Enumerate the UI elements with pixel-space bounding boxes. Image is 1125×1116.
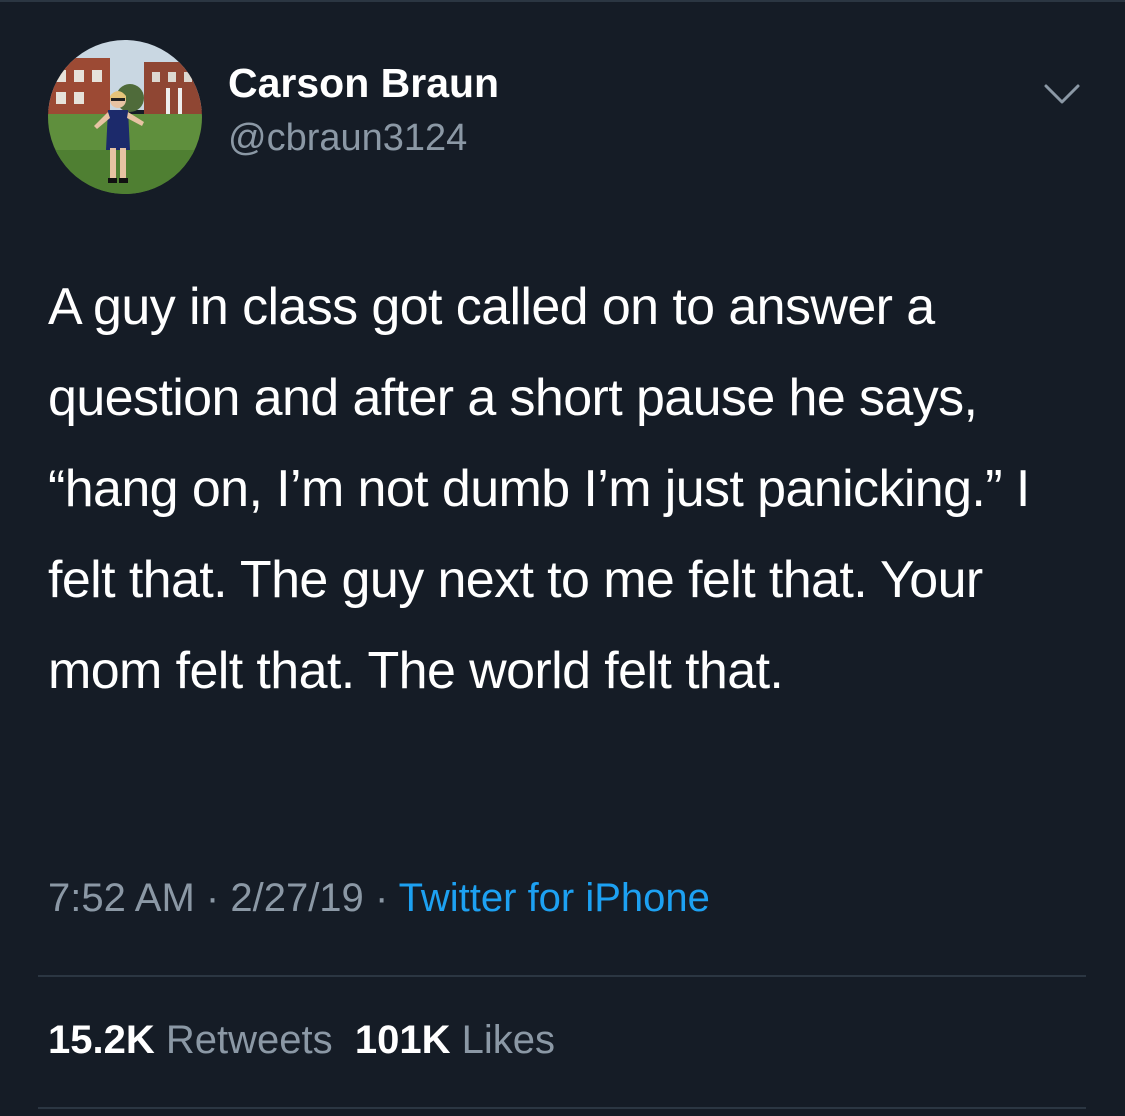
retweets-count: 15.2K xyxy=(48,1018,155,1062)
tweet-text: A guy in class got called on to answer a… xyxy=(48,278,1044,700)
likes-stat[interactable]: 101K Likes xyxy=(355,1018,555,1062)
tweet-source-link[interactable]: Twitter for iPhone xyxy=(399,876,710,920)
retweets-stat[interactable]: 15.2K Retweets xyxy=(48,1018,333,1062)
avatar[interactable] xyxy=(48,40,202,194)
chevron-down-icon[interactable] xyxy=(1040,78,1084,110)
stats-divider-bottom xyxy=(38,1107,1086,1109)
engagement-stats: 15.2K Retweets 101K Likes xyxy=(48,1018,555,1063)
meta-separator: · xyxy=(205,876,220,920)
likes-label: Likes xyxy=(461,1018,555,1062)
likes-count: 101K xyxy=(354,1018,451,1062)
tweet-time[interactable]: 7:52 AM xyxy=(48,876,195,920)
profile-photo xyxy=(48,40,202,194)
top-divider xyxy=(0,0,1125,2)
tweet-date[interactable]: 2/27/19 xyxy=(230,876,363,920)
meta-separator: · xyxy=(374,876,389,920)
stats-divider-top xyxy=(38,975,1086,977)
retweets-label: Retweets xyxy=(165,1018,333,1062)
author-handle[interactable]: @cbraun3124 xyxy=(228,117,467,160)
author-display-name[interactable]: Carson Braun xyxy=(228,60,499,107)
tweet-metadata: 7:52 AM · 2/27/19 · Twitter for iPhone xyxy=(48,876,710,921)
